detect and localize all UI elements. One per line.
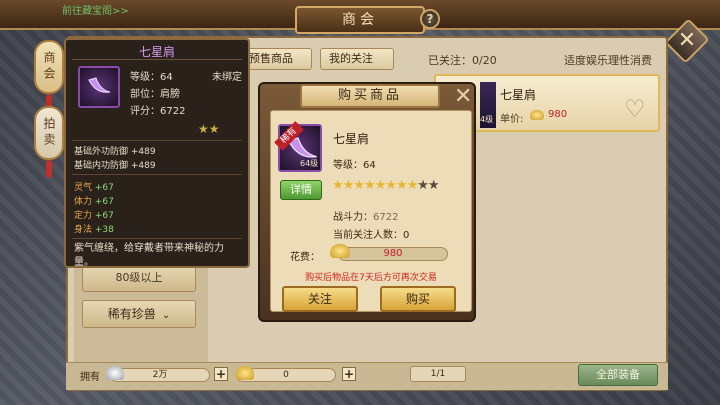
followed-count: 已关注：0/20 [428, 54, 497, 67]
base-stat-row: 基础外功防御 +489 [74, 144, 156, 157]
star-icon: ★ [395, 178, 408, 193]
attr-value: +67 [94, 183, 114, 193]
close-icon[interactable]: ✕ [672, 24, 702, 58]
dialog-follower-count: 当前关注人数：0 [333, 230, 410, 241]
all-equipment-button[interactable]: 全部装备 [578, 364, 658, 386]
tooltip-score: 评分：6722 [130, 106, 186, 117]
heart-icon[interactable]: ♡ [624, 97, 648, 121]
dialog-title: 购买商品 [300, 84, 440, 108]
base-stat-value: +489 [130, 147, 156, 157]
help-button[interactable]: ? [420, 9, 440, 29]
tooltip-level: 等级：64 [130, 72, 173, 83]
cost-label: 花费： [290, 252, 320, 263]
base-stat-value: +489 [130, 161, 156, 171]
attr-value: +67 [94, 211, 114, 221]
star-icon: ★ [417, 178, 429, 193]
filter-rare-beast[interactable]: 稀有珍兽 ⌄ [82, 300, 196, 328]
tooltip-slot: 部位：肩膀 [130, 89, 180, 100]
silver-ingot-icon [106, 366, 124, 380]
divider [72, 174, 242, 175]
page-indicator[interactable]: 1/1 [410, 366, 466, 382]
dialog-stars: ★★★★★★★★★★ [332, 178, 440, 193]
attr-name: 体力 [74, 197, 93, 207]
dialog-item-level: 等级：64 [333, 160, 376, 171]
buy-button[interactable]: 购买 [380, 286, 456, 312]
star-icon: ★ [385, 178, 397, 193]
dialog-icon-level: 64级 [300, 159, 319, 168]
page-title: 商会 [295, 6, 425, 34]
attr-value: +38 [94, 225, 114, 235]
dialog-close-icon[interactable]: ✕ [454, 86, 472, 108]
attr-name: 身法 [74, 225, 93, 235]
star-icon: ★ [353, 178, 365, 193]
star-icon: ★ [332, 178, 344, 193]
unit-price-label: 单价: [500, 114, 524, 125]
add-silver-button[interactable]: + [214, 367, 228, 381]
tooltip-description: 紫气缠绕，给穿戴者带来神秘的力量。 [74, 243, 224, 268]
tooltip-item-name: 七星肩 [138, 45, 175, 59]
silver-balance: 2万 [110, 368, 210, 382]
add-gold-button[interactable]: + [342, 367, 356, 381]
tab-my-follows[interactable]: 我的关注 [320, 48, 394, 70]
attr-value: +67 [94, 197, 114, 207]
item-listing-name: 七星肩 [500, 88, 537, 102]
cost-value: 980 [383, 248, 403, 259]
item-icon [78, 66, 120, 108]
star-icon: ★ [342, 178, 355, 193]
power-value: 6722 [373, 212, 399, 223]
filter-rare-beast-label: 稀有珍兽 [107, 307, 156, 321]
divider [72, 238, 242, 239]
tooltip-bind-status: 未绑定 [212, 72, 242, 83]
attr-row: 体力 +67 [74, 194, 114, 207]
star-icon: ★ [374, 178, 387, 193]
gaming-tip: 适度娱乐理性消费 [564, 54, 652, 67]
dialog-power: 战斗力：6722 [333, 208, 398, 223]
attr-name: 灵气 [74, 183, 93, 193]
item-thumbnail-level: 4级 [480, 115, 494, 124]
detail-button[interactable]: 详情 [280, 180, 322, 200]
treasure-link[interactable]: 前往藏宝阁>> [62, 2, 129, 17]
power-label: 战斗力： [333, 212, 373, 223]
side-tab-auction[interactable]: 拍卖 [34, 106, 64, 160]
tassel-decoration [46, 160, 52, 178]
item-tooltip: 七星肩 等级：64 未绑定 部位：肩膀 评分：6722 ★★ 基础外功防御 +4… [64, 38, 250, 268]
star-icon: ★ [427, 178, 440, 193]
owned-label: 拥有 [80, 372, 100, 383]
base-stat-row: 基础内功防御 +489 [74, 158, 156, 171]
attr-row: 定力 +67 [74, 208, 114, 221]
gold-ingot-icon [530, 110, 544, 120]
base-stat-name: 基础外功防御 [74, 147, 129, 157]
divider [72, 140, 242, 141]
attr-row: 灵气 +67 [74, 180, 114, 193]
tooltip-stars: ★★ [198, 122, 220, 136]
gold-ingot-icon [236, 366, 254, 380]
star-icon: ★ [363, 178, 376, 193]
dialog-item-name: 七星肩 [333, 132, 370, 146]
attr-row: 身法 +38 [74, 222, 114, 235]
trade-warning: 购买后物品在7天后方可再次交易 [305, 273, 437, 283]
tab-presale[interactable]: 预售商品 [240, 48, 312, 70]
side-tab-shop[interactable]: 商会 [34, 40, 64, 94]
attr-name: 定力 [74, 211, 93, 221]
star-icon: ★ [406, 178, 419, 193]
chevron-down-icon: ⌄ [161, 310, 171, 321]
base-stat-name: 基础内功防御 [74, 161, 129, 171]
follow-button[interactable]: 关注 [282, 286, 358, 312]
unit-price-value: 980 [548, 109, 568, 120]
